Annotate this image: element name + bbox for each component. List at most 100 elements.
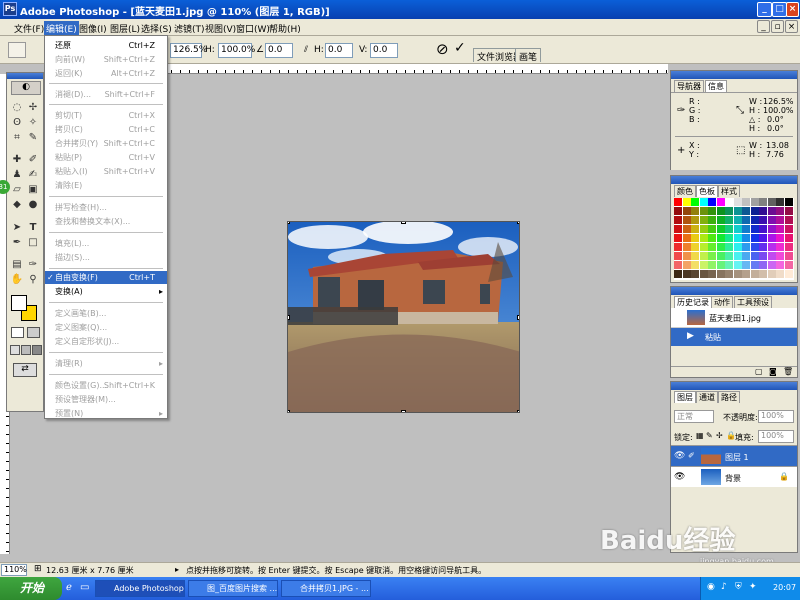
color-swatch[interactable] (784, 243, 793, 251)
close-button[interactable]: × (786, 2, 799, 17)
rotate-angle-field[interactable]: 0.0 (265, 43, 293, 58)
color-swatch[interactable] (742, 225, 750, 233)
commit-transform-button[interactable]: ✓ (454, 40, 466, 56)
notes-tool-icon[interactable]: ▤ (10, 258, 24, 271)
tab-history[interactable]: 历史记录 (674, 296, 712, 308)
tray-security-icon[interactable]: ⛨ (735, 582, 742, 592)
transform-handle[interactable] (401, 222, 406, 224)
hand-tool-icon[interactable]: ✋ (10, 273, 24, 286)
quicklaunch-desktop-icon[interactable]: ▭ (80, 582, 89, 593)
menu-item-copy-merged[interactable]: 合并拷贝(Y) Shift+Ctrl+C (45, 137, 167, 150)
color-swatch[interactable] (784, 225, 793, 233)
menu-item-fill[interactable]: 填充(L)... (45, 237, 167, 250)
new-snapshot-icon[interactable]: ◙ (769, 367, 777, 376)
color-swatch[interactable] (708, 198, 716, 206)
doc-restore-button[interactable]: ▫ (771, 20, 784, 33)
eye-icon[interactable]: 👁 (674, 472, 685, 482)
opacity-field[interactable]: 100% (758, 410, 794, 423)
color-swatch[interactable] (699, 234, 708, 242)
color-swatch[interactable] (725, 243, 733, 251)
color-swatch[interactable] (674, 216, 682, 224)
zoom-field[interactable]: 110% (1, 564, 27, 576)
color-swatch[interactable] (767, 216, 776, 224)
color-swatch[interactable] (725, 216, 733, 224)
color-swatch[interactable] (674, 225, 682, 233)
color-swatch[interactable] (776, 243, 784, 251)
cancel-transform-button[interactable]: ⊘ (436, 40, 449, 58)
menu-filter[interactable]: 滤镜(T) (172, 21, 207, 36)
color-swatch[interactable] (742, 198, 750, 206)
menu-item-fade[interactable]: 消褪(D)... Shift+Ctrl+F (45, 88, 167, 101)
color-swatch[interactable] (759, 216, 767, 224)
vertical-skew-field[interactable]: 0.0 (370, 43, 398, 58)
color-swatch[interactable] (699, 252, 708, 260)
foreground-color-swatch[interactable] (11, 295, 27, 311)
menu-item-free-transform[interactable]: ✓ 自由变换(F) Ctrl+T (45, 271, 167, 284)
menu-item-purge[interactable]: 清理(R) ▸ (45, 357, 167, 370)
color-swatch[interactable] (699, 225, 708, 233)
menu-select[interactable]: 选择(S) (139, 21, 174, 36)
color-swatch[interactable] (733, 198, 742, 206)
transform-handle[interactable] (517, 315, 519, 320)
color-swatch[interactable] (742, 207, 750, 215)
tab-swatches[interactable]: 色板 (696, 185, 718, 197)
transform-handle[interactable] (288, 222, 290, 224)
color-swatch[interactable] (691, 270, 699, 278)
doc-minimize-button[interactable]: _ (757, 20, 770, 33)
tab-layers[interactable]: 图层 (674, 391, 696, 403)
history-step-row[interactable]: ▶ 粘贴 (671, 328, 797, 346)
start-button[interactable]: 开始 (0, 577, 62, 600)
color-swatch[interactable] (674, 234, 682, 242)
color-swatch[interactable] (708, 243, 716, 251)
transform-handle[interactable] (288, 410, 290, 412)
color-swatch[interactable] (742, 243, 750, 251)
color-swatch[interactable] (733, 225, 742, 233)
color-swatch[interactable] (708, 234, 716, 242)
color-swatch[interactable] (759, 270, 767, 278)
menu-item-paste-into[interactable]: 粘贴入(I) Shift+Ctrl+V (45, 165, 167, 178)
tab-brushes[interactable]: 画笔 (515, 48, 542, 63)
color-swatch[interactable] (725, 225, 733, 233)
color-swatch[interactable] (750, 207, 759, 215)
history-brush-icon[interactable]: ✍ (26, 168, 40, 181)
move-tool-icon[interactable]: ✢ (26, 101, 40, 114)
menu-layer[interactable]: 图层(L) (108, 21, 142, 36)
eyedropper-icon[interactable]: ✑ (26, 258, 40, 271)
slice-tool-icon[interactable]: ✎ (26, 131, 40, 144)
color-swatch[interactable] (767, 243, 776, 251)
color-swatch[interactable] (691, 234, 699, 242)
color-swatch[interactable] (733, 252, 742, 260)
tab-actions[interactable]: 动作 (711, 296, 733, 308)
menu-file[interactable]: 文件(F) (12, 21, 46, 36)
menu-item-undo[interactable]: 还原 Ctrl+Z (45, 39, 167, 52)
dodge-tool-icon[interactable]: ● (26, 198, 40, 211)
color-swatch[interactable] (776, 225, 784, 233)
lasso-tool-icon[interactable]: ʘ (10, 116, 24, 129)
height-scale-field[interactable]: 100.0% (218, 43, 255, 58)
color-swatch[interactable] (716, 207, 725, 215)
reference-point-icon[interactable] (8, 42, 26, 58)
color-swatch[interactable] (767, 252, 776, 260)
color-swatch[interactable] (733, 243, 742, 251)
color-swatch[interactable] (725, 252, 733, 260)
color-swatch[interactable] (699, 270, 708, 278)
tab-color[interactable]: 颜色 (674, 185, 696, 197)
menu-item-color-settings[interactable]: 颜色设置(G)... Shift+Ctrl+K (45, 379, 167, 392)
color-swatch[interactable] (716, 216, 725, 224)
menu-item-step-forward[interactable]: 向前(W) Shift+Ctrl+Z (45, 53, 167, 66)
color-swatch[interactable] (699, 198, 708, 206)
color-swatch[interactable] (776, 216, 784, 224)
color-swatch[interactable] (784, 207, 793, 215)
color-swatch[interactable] (682, 243, 691, 251)
adobe-online-icon[interactable]: ◐ (11, 81, 41, 95)
color-swatch[interactable] (716, 270, 725, 278)
new-document-icon[interactable]: ▢ (755, 367, 763, 376)
tray-network-icon[interactable]: ◉ (707, 582, 715, 592)
color-swatch[interactable] (674, 261, 682, 269)
color-swatch[interactable] (716, 261, 725, 269)
color-swatch[interactable] (716, 234, 725, 242)
color-swatch[interactable] (716, 198, 725, 206)
healing-brush-icon[interactable]: ✚ (10, 153, 24, 166)
color-swatch[interactable] (708, 207, 716, 215)
color-swatch[interactable] (674, 198, 682, 206)
